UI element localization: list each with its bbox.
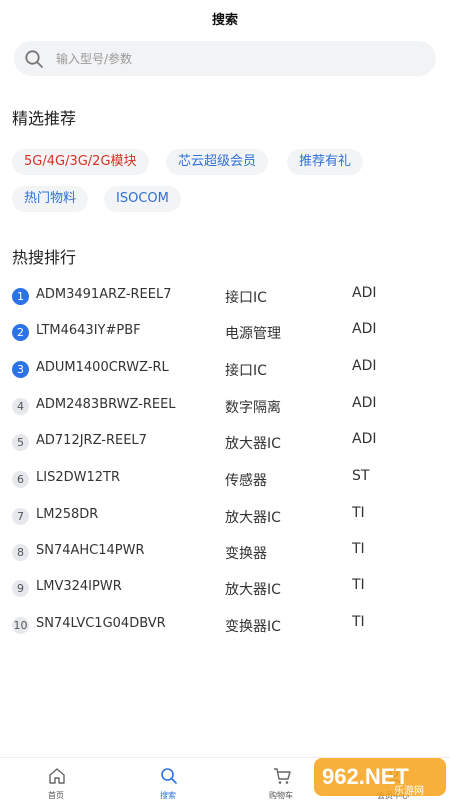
part-brand: ADI (352, 358, 377, 374)
part-number: SN74LVC1G04DBVR (36, 616, 166, 631)
tag-vip-member[interactable]: 芯云超级会员 (166, 149, 269, 175)
part-number: LMV324IPWR (36, 579, 122, 594)
rank-badge: 2 (12, 324, 29, 341)
part-brand: ADI (352, 395, 377, 411)
part-number: SN74AHC14PWR (36, 543, 145, 558)
ranking-row[interactable]: 10 SN74LVC1G04DBVR 变换器IC TI (12, 614, 442, 638)
cart-icon (274, 768, 291, 784)
part-category: 接口IC (225, 363, 267, 379)
ranking-row[interactable]: 1 ADM3491ARZ-REEL7 接口IC ADI (12, 285, 442, 309)
part-category: 变换器IC (225, 619, 281, 635)
rank-badge: 5 (12, 434, 29, 451)
part-brand: TI (352, 541, 365, 557)
part-brand: TI (352, 505, 365, 521)
search-icon (25, 50, 43, 68)
tag-isocom[interactable]: ISOCOM (104, 186, 181, 212)
part-number: AD712JRZ-REEL7 (36, 433, 147, 448)
home-icon (49, 768, 65, 784)
ranking-row[interactable]: 8 SN74AHC14PWR 变换器 TI (12, 541, 442, 565)
watermark-logo: 962.NET 乐游网 (314, 758, 446, 797)
part-category: 电源管理 (225, 326, 281, 342)
featured-title: 精选推荐 (12, 109, 77, 128)
part-category: 放大器IC (225, 510, 281, 526)
rank-badge: 4 (12, 398, 29, 415)
rank-badge: 9 (12, 580, 29, 597)
ranking-row[interactable]: 6 LIS2DW12TR 传感器 ST (12, 468, 442, 492)
tag-hot-materials[interactable]: 热门物料 (12, 186, 89, 212)
rank-badge: 6 (12, 471, 29, 488)
tab-search-label: 搜索 (160, 791, 176, 800)
part-number: ADM2483BRWZ-REEL (36, 397, 176, 412)
ranking-row[interactable]: 3 ADUM1400CRWZ-RL 接口IC ADI (12, 358, 442, 382)
search-placeholder: 输入型号/参数 (56, 52, 133, 66)
watermark-subtext: 乐游网 (394, 784, 424, 797)
part-brand: TI (352, 614, 365, 630)
part-category: 变换器 (225, 546, 267, 562)
ranking-row[interactable]: 7 LM258DR 放大器IC TI (12, 505, 442, 529)
part-brand: TI (352, 577, 365, 593)
part-brand: ADI (352, 431, 377, 447)
part-brand: ADI (352, 321, 377, 337)
tag-5g-module[interactable]: 5G/4G/3G/2G模块 (12, 149, 149, 175)
top-bar: 搜索 (0, 0, 450, 36)
part-category: 放大器IC (225, 436, 281, 452)
part-category: 传感器 (225, 473, 267, 489)
part-brand: ST (352, 468, 370, 484)
rank-badge: 10 (12, 617, 29, 634)
rank-badge: 1 (12, 288, 29, 305)
part-number: ADUM1400CRWZ-RL (36, 360, 169, 375)
part-number: LM258DR (36, 507, 99, 522)
part-brand: ADI (352, 285, 377, 301)
rank-badge: 7 (12, 508, 29, 525)
search-input[interactable]: 输入型号/参数 (14, 41, 436, 76)
part-number: LTM4643IY#PBF (36, 323, 141, 338)
part-number: LIS2DW12TR (36, 470, 120, 485)
tab-home[interactable]: 首页 (11, 758, 101, 801)
ranking-row[interactable]: 9 LMV324IPWR 放大器IC TI (12, 577, 442, 601)
part-category: 数字隔离 (225, 400, 281, 416)
part-category: 接口IC (225, 290, 267, 306)
tag-referral-gift[interactable]: 推荐有礼 (287, 149, 364, 175)
page-title: 搜索 (211, 13, 238, 28)
ranking-row[interactable]: 5 AD712JRZ-REEL7 放大器IC ADI (12, 431, 442, 455)
rank-badge: 8 (12, 544, 29, 561)
ranking-row[interactable]: 2 LTM4643IY#PBF 电源管理 ADI (12, 321, 442, 345)
search-icon (161, 768, 177, 784)
tab-search[interactable]: 搜索 (123, 758, 213, 801)
ranking-row[interactable]: 4 ADM2483BRWZ-REEL 数字隔离 ADI (12, 395, 442, 419)
hot-ranking-title: 热搜排行 (12, 248, 77, 267)
tab-home-label: 首页 (48, 791, 64, 800)
part-category: 放大器IC (225, 582, 281, 598)
part-number: ADM3491ARZ-REEL7 (36, 287, 172, 302)
rank-badge: 3 (12, 361, 29, 378)
